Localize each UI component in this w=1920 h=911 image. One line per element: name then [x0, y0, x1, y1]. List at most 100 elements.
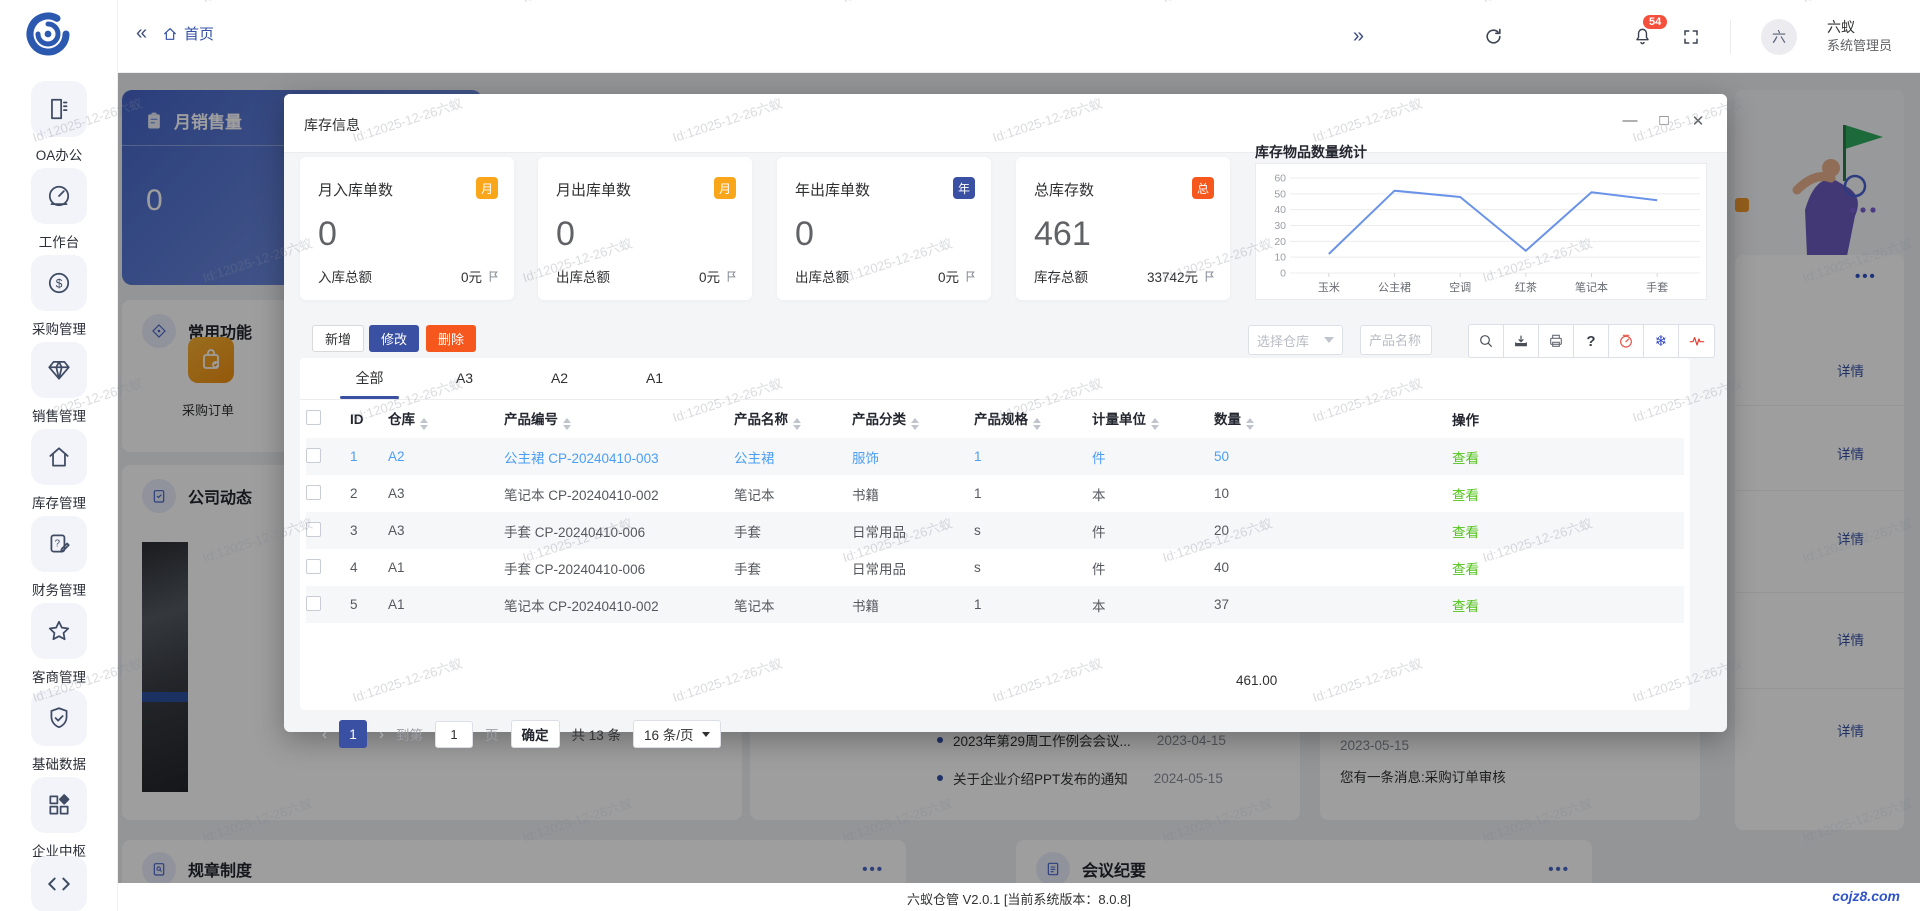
breadcrumb-label: 首页: [184, 23, 214, 44]
svg-text:$: $: [56, 276, 63, 290]
sidebar-item-label: 库存管理: [0, 492, 118, 512]
search-icon[interactable]: [1469, 325, 1504, 357]
total-badge: 总: [1192, 177, 1214, 199]
stat-value: 0: [795, 215, 814, 254]
tab-a2[interactable]: A2: [512, 358, 607, 399]
product-name-input[interactable]: [1360, 325, 1432, 355]
warehouse-select[interactable]: 选择仓库: [1248, 325, 1343, 355]
row-checkbox[interactable]: [306, 448, 321, 463]
page-size-select[interactable]: 16 条/页: [633, 720, 721, 748]
sidebar-item-sales[interactable]: 销售管理: [0, 342, 118, 425]
sidebar-item-hub[interactable]: 企业中枢: [0, 777, 118, 860]
edit-button[interactable]: 修改: [369, 325, 419, 352]
view-link[interactable]: 查看: [1452, 512, 1684, 549]
svg-text:50: 50: [1274, 188, 1286, 200]
col-name[interactable]: 产品名称: [734, 400, 852, 438]
goto-page-input[interactable]: [435, 721, 473, 748]
view-link[interactable]: 查看: [1452, 549, 1684, 586]
table-row[interactable]: 3A3 手套 CP-20240410-006手套 日常用品s 件20 查看: [306, 512, 1684, 549]
stat-title: 月出库单数: [556, 179, 631, 200]
stat-value: 0: [318, 215, 337, 254]
col-warehouse[interactable]: 仓库: [388, 400, 504, 438]
tab-a3[interactable]: A3: [417, 358, 512, 399]
flag-icon[interactable]: [964, 270, 977, 283]
svg-text:手套: 手套: [1646, 280, 1668, 294]
total-count: 共 13 条: [572, 724, 622, 744]
table-total-row: 461.00: [306, 666, 1684, 696]
stat-sub-value: 0元: [461, 266, 482, 286]
confirm-button[interactable]: 确定: [511, 720, 560, 748]
col-qty[interactable]: 数量: [1214, 400, 1452, 438]
view-link[interactable]: 查看: [1452, 438, 1684, 475]
delete-button[interactable]: 删除: [426, 325, 476, 352]
row-checkbox[interactable]: [306, 485, 321, 500]
stat-sub-label: 入库总额: [318, 266, 372, 286]
refresh-icon[interactable]: [1484, 27, 1503, 46]
app-logo[interactable]: [24, 10, 72, 63]
stat-card-total-stock: 总库存数 总 461 库存总额 33742元: [1016, 157, 1230, 300]
gauge-icon[interactable]: [1609, 325, 1644, 357]
close-icon[interactable]: ✕: [1689, 112, 1707, 130]
sidebar-item-finance[interactable]: ? 财务管理: [0, 516, 118, 599]
sidebar-item-oa[interactable]: OA办公: [0, 81, 118, 164]
prev-page-icon[interactable]: ‹: [322, 726, 327, 743]
table-row[interactable]: 2A3 笔记本 CP-20240410-002笔记本 书籍1 本10 查看: [306, 475, 1684, 512]
pulse-icon[interactable]: [1679, 325, 1714, 357]
row-checkbox[interactable]: [306, 559, 321, 574]
flag-icon[interactable]: [487, 270, 500, 283]
sidebar-collapse-icon[interactable]: «: [136, 22, 147, 45]
col-unit[interactable]: 计量单位: [1092, 400, 1214, 438]
next-page-icon[interactable]: ›: [379, 726, 384, 743]
table-row[interactable]: 4A1 手套 CP-20240410-006手套 日常用品s 件40 查看: [306, 549, 1684, 586]
expand-tabs-icon[interactable]: »: [1353, 25, 1364, 48]
table-row[interactable]: 1A2 公主裙 CP-20240410-003公主裙 服饰1 件50 查看: [306, 438, 1684, 475]
tab-all[interactable]: 全部: [322, 358, 417, 399]
svg-text:公主裙: 公主裙: [1378, 281, 1411, 294]
fullscreen-icon[interactable]: [1682, 28, 1700, 46]
sidebar-item-dev[interactable]: [0, 856, 118, 911]
stat-title: 总库存数: [1034, 179, 1094, 200]
sidebar-item-customers[interactable]: 客商管理: [0, 603, 118, 686]
view-link[interactable]: 查看: [1452, 475, 1684, 512]
svg-text:红茶: 红茶: [1515, 281, 1537, 294]
view-link[interactable]: 查看: [1452, 586, 1684, 623]
stat-sub-value: 0元: [699, 266, 720, 286]
maximize-icon[interactable]: □: [1655, 112, 1673, 130]
freeze-icon[interactable]: ❄: [1644, 325, 1679, 357]
flag-icon[interactable]: [1203, 270, 1216, 283]
import-icon[interactable]: [1504, 325, 1539, 357]
notification-bell-icon[interactable]: 54: [1633, 27, 1652, 46]
row-checkbox[interactable]: [306, 596, 321, 611]
sidebar-item-inventory[interactable]: 库存管理: [0, 429, 118, 512]
table-row[interactable]: 5A1 笔记本 CP-20240410-002笔记本 书籍1 本37 查看: [306, 586, 1684, 623]
user-info[interactable]: 六蚁 系统管理员: [1827, 18, 1892, 54]
row-checkbox[interactable]: [306, 522, 321, 537]
flag-icon[interactable]: [725, 270, 738, 283]
chevron-down-icon: [702, 732, 710, 737]
svg-text:玉米: 玉米: [1318, 281, 1340, 294]
sidebar-item-basedata[interactable]: 基础数据: [0, 690, 118, 773]
sidebar-item-workbench[interactable]: 工作台: [0, 168, 118, 251]
col-category[interactable]: 产品分类: [852, 400, 974, 438]
site-link[interactable]: cojz8.com: [1832, 888, 1900, 904]
tab-a1[interactable]: A1: [607, 358, 702, 399]
print-icon[interactable]: [1539, 325, 1574, 357]
breadcrumb[interactable]: 首页: [162, 23, 214, 44]
minimize-icon[interactable]: —: [1621, 112, 1639, 130]
page-1-button[interactable]: 1: [339, 720, 367, 748]
inventory-table: ID 仓库 产品编号 产品名称 产品分类 产品规格 计量单位 数量 操作 1A: [306, 400, 1684, 623]
col-code[interactable]: 产品编号: [504, 400, 734, 438]
svg-text:20: 20: [1274, 236, 1286, 248]
sidebar-item-purchase[interactable]: $ 采购管理: [0, 255, 118, 338]
avatar[interactable]: 六: [1761, 19, 1797, 55]
user-name: 六蚁: [1827, 18, 1892, 37]
sidebar: OA办公 工作台 $ 采购管理 销售管理 库存管理: [0, 0, 118, 911]
col-spec[interactable]: 产品规格: [974, 400, 1092, 438]
app-root: 月销售量 0 常用功能 采购订单 公司动态 2023年第29周工作例会会议...…: [0, 0, 1920, 911]
add-button[interactable]: 新增: [312, 325, 364, 352]
select-all-checkbox[interactable]: [306, 410, 321, 425]
total-quantity: 461.00: [1236, 673, 1277, 688]
sidebar-item-label: 基础数据: [0, 753, 118, 773]
help-icon[interactable]: ?: [1574, 325, 1609, 357]
sort-icon: [1151, 418, 1159, 430]
